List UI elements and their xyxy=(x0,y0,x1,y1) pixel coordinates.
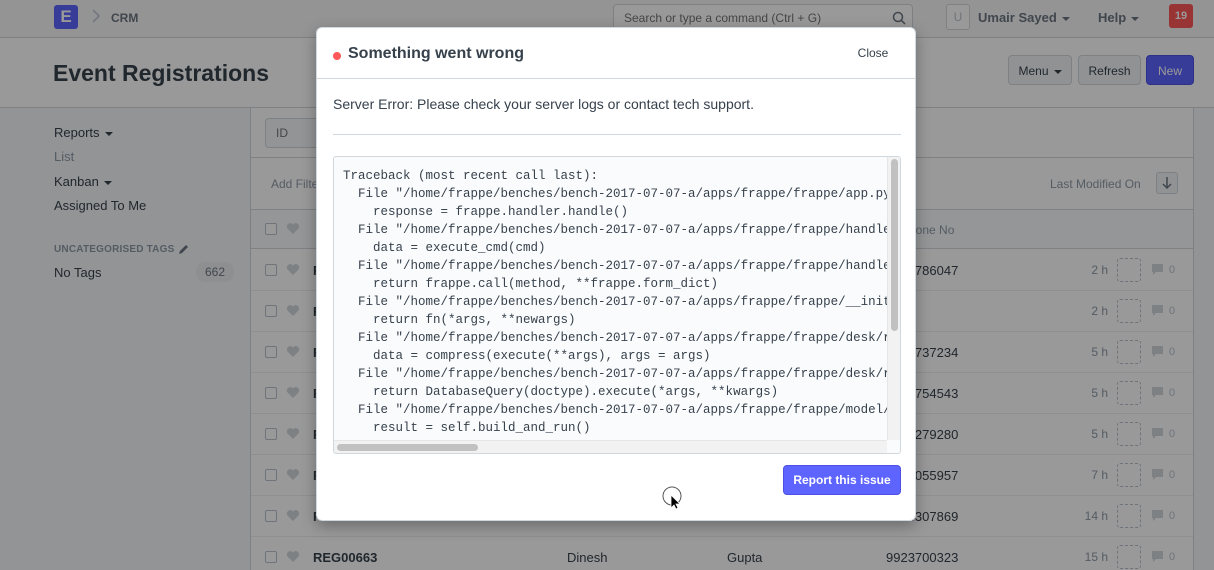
divider xyxy=(333,134,901,135)
error-indicator-dot xyxy=(333,52,341,60)
vertical-scrollbar[interactable] xyxy=(887,157,900,440)
horizontal-scrollbar[interactable] xyxy=(334,440,887,453)
traceback-viewport: Traceback (most recent call last): File … xyxy=(334,157,887,440)
traceback-line: File "/home/frappe/benches/bench-2017-07… xyxy=(343,187,887,201)
traceback-line: return frappe.call(method, **frappe.form… xyxy=(343,277,719,291)
traceback-line: data = compress(execute(**args), args = … xyxy=(343,349,711,363)
traceback-line: result = self.build_and_run() xyxy=(343,421,591,435)
error-message: Server Error: Please check your server l… xyxy=(333,96,754,112)
vertical-scroll-thumb[interactable] xyxy=(891,159,898,331)
traceback-line: return DatabaseQuery(doctype).execute(*a… xyxy=(343,385,779,399)
traceback-line: Traceback (most recent call last): xyxy=(343,169,599,183)
traceback-line: response = frappe.handler.handle() xyxy=(343,205,629,219)
traceback-line: File "/home/frappe/benches/bench-2017-07… xyxy=(358,367,887,381)
traceback-line: File "/home/frappe/benches/bench-2017-07… xyxy=(343,259,887,273)
modal-title: Something went wrong xyxy=(348,45,524,62)
modal-header: Something went wrong Close xyxy=(317,28,915,79)
mouse-cursor-icon xyxy=(662,486,682,510)
traceback-line: return fn(*args, **newargs) xyxy=(343,313,576,327)
traceback-box[interactable]: Traceback (most recent call last): File … xyxy=(333,156,901,454)
close-button[interactable]: Close xyxy=(847,44,899,62)
traceback-line: File "/home/frappe/benches/bench-2017-07… xyxy=(343,295,887,309)
traceback-line: File "/home/frappe/benches/bench-2017-07… xyxy=(343,223,887,237)
error-dialog: Something went wrong Close Server Error:… xyxy=(316,27,916,521)
horizontal-scroll-thumb[interactable] xyxy=(337,444,478,451)
traceback-line: File "/home/frappe/benches/bench-2017-07… xyxy=(358,331,887,345)
traceback-text: Traceback (most recent call last): File … xyxy=(343,167,887,437)
report-issue-button[interactable]: Report this issue xyxy=(783,465,901,495)
traceback-line: File "/home/frappe/benches/bench-2017-07… xyxy=(358,403,887,417)
traceback-line: data = execute_cmd(cmd) xyxy=(343,241,546,255)
